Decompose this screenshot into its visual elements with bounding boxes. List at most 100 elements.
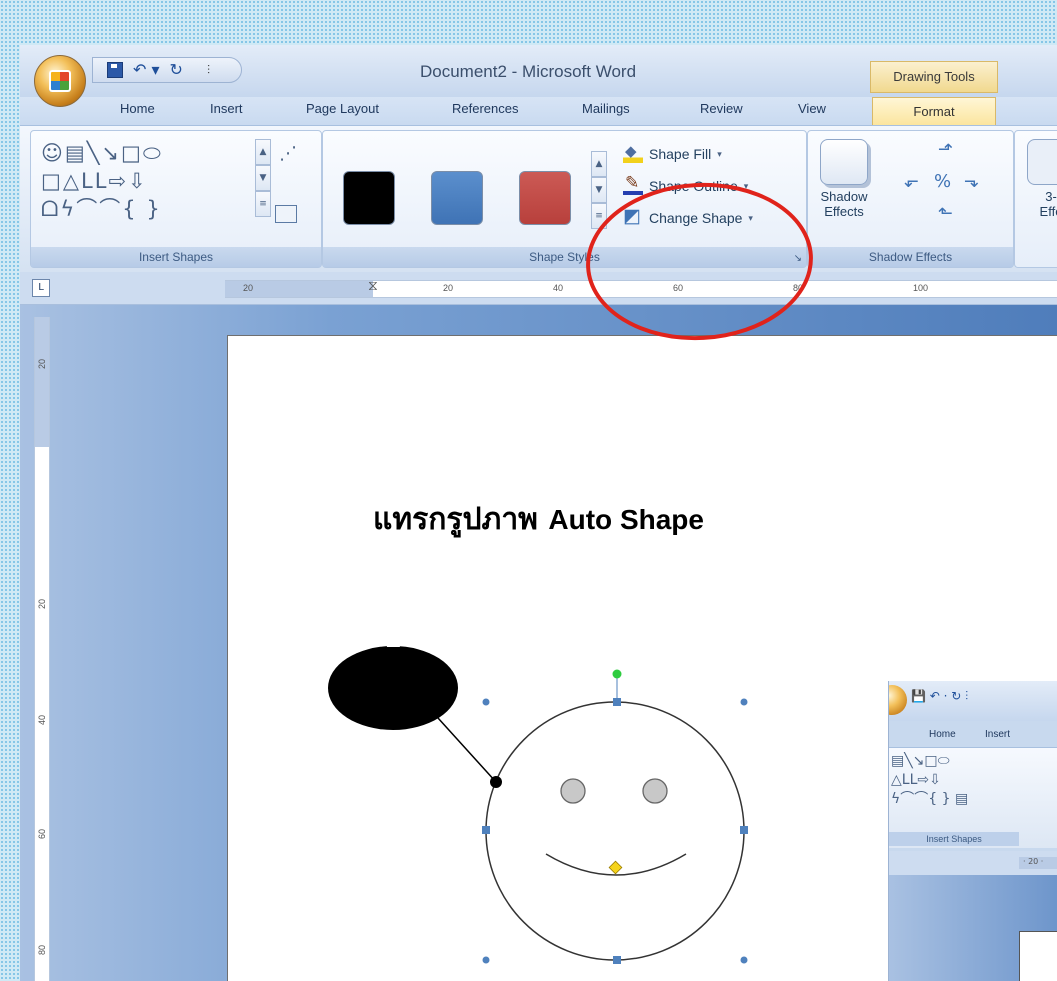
- thumb-ribbon: ▤╲↘□⬭ △ᒪᒪ⇨⇩ ϟ⌒⌒{ } ▤ Insert Shapes: [889, 747, 1057, 848]
- tab-page-layout[interactable]: Page Layout: [306, 101, 379, 116]
- shapes-gallery[interactable]: ☺▤╲↘□⬭ □△ᒪᒪ⇨⇩ ᗝϟ⌒⌒{ }: [41, 139, 251, 229]
- selection-handle[interactable]: [613, 956, 621, 964]
- ruler-margin: [35, 317, 49, 447]
- smiley-left-eye: [560, 778, 586, 804]
- ruler-tick: 80: [37, 945, 47, 956]
- thumb-office-button: [889, 685, 907, 715]
- ruler-tick: 20: [243, 283, 254, 293]
- thumb-shapes-gallery: ▤╲↘□⬭ △ᒪᒪ⇨⇩ ϟ⌒⌒{ } ▤: [891, 753, 969, 807]
- office-logo-icon: [49, 70, 71, 92]
- selection-handle[interactable]: [740, 826, 748, 834]
- smiley-face-shape[interactable]: [485, 701, 745, 961]
- chevron-down-icon: ▾: [743, 180, 749, 191]
- ruler-tick: 40: [553, 283, 564, 293]
- style-swatch-blue[interactable]: [431, 171, 483, 225]
- selection-handle[interactable]: [740, 698, 748, 706]
- tab-insert[interactable]: Insert: [210, 101, 243, 116]
- shape-styles-label: Shape Styles: [323, 247, 806, 267]
- tab-mailings[interactable]: Mailings: [582, 101, 630, 116]
- vertical-ruler[interactable]: 20 20 40 60 80: [34, 317, 50, 981]
- dialog-launcher-icon[interactable]: ↘: [794, 253, 802, 264]
- styles-scroll-up-icon[interactable]: ▲: [591, 151, 607, 177]
- nudge-right-icon[interactable]: ⬎: [964, 171, 979, 192]
- styles-more-icon[interactable]: ≡: [591, 203, 607, 229]
- ruler-tick: 20: [37, 599, 47, 610]
- shadow-effects-line1: Shadow: [820, 189, 868, 204]
- nudge-left-icon[interactable]: ⬐: [904, 171, 919, 192]
- ruler-tick: 20: [443, 283, 454, 293]
- shape-outline-button[interactable]: Shape Outline ▾: [623, 173, 748, 199]
- undo-icon[interactable]: ↶ ▾: [133, 62, 160, 78]
- smiley-right-eye: [642, 778, 668, 804]
- shadow-effects-line2: Effects: [824, 204, 864, 219]
- insert-shapes-group: ☺▤╲↘□⬭ □△ᒪᒪ⇨⇩ ᗝϟ⌒⌒{ } ▲ ▼ ≡ ⋰ Insert Sha…: [30, 130, 322, 268]
- shadow-icon: [820, 139, 868, 185]
- horizontal-ruler-row: L 20 20 40 60 80 100 ⧖: [20, 272, 1057, 305]
- 3d-effects-line1: 3-: [1045, 189, 1057, 204]
- shape-fill-button[interactable]: Shape Fill ▾: [623, 141, 722, 167]
- horizontal-ruler[interactable]: 20 20 40 60 80 100 ⧖: [225, 277, 1057, 298]
- pencil-icon: [623, 173, 643, 195]
- styles-scroll-down-icon[interactable]: ▼: [591, 177, 607, 203]
- nested-screenshot: 💾 ↶ · ↻ ⫶ Home Insert ▤╲↘□⬭ △ᒪᒪ⇨⇩ ϟ⌒⌒{ }…: [888, 681, 1057, 981]
- thumb-title-bar: 💾 ↶ · ↻ ⫶: [889, 681, 1057, 721]
- save-icon[interactable]: [107, 62, 123, 78]
- ruler-tick: 80: [793, 283, 804, 293]
- ruler-tick: 20: [37, 359, 47, 370]
- gallery-more-icon[interactable]: ≡: [255, 191, 271, 217]
- customize-qat-icon[interactable]: ⫶: [207, 63, 210, 78]
- change-shape-button[interactable]: Change Shape ▾: [623, 205, 753, 231]
- thumb-ruler-text: · 20 ·: [1019, 857, 1057, 869]
- edit-shape-icon[interactable]: ⋰: [279, 143, 297, 164]
- rotation-handle[interactable]: [612, 669, 622, 679]
- redo-icon[interactable]: ↻: [170, 62, 183, 78]
- indent-marker-icon[interactable]: ⧖: [368, 277, 378, 294]
- ruler-tick: 60: [37, 829, 47, 840]
- shape-styles-group: ▲ ▼ ≡ Shape Fill ▾ Shape Outline ▾ Chang…: [322, 130, 807, 268]
- callout-leader-line: [437, 717, 497, 783]
- selection-handle[interactable]: [740, 956, 748, 964]
- ruler-tick: 40: [37, 715, 47, 726]
- quick-access-toolbar: ↶ ▾ ↻ ⫶: [92, 57, 242, 83]
- tab-review[interactable]: Review: [700, 101, 743, 116]
- thumb-tab-home: Home: [929, 729, 956, 740]
- thumb-quick-access: 💾 ↶ · ↻ ⫶: [911, 689, 969, 703]
- tab-references[interactable]: References: [452, 101, 518, 116]
- thumb-tab-insert: Insert: [985, 729, 1011, 740]
- ruler-tick: 100: [913, 283, 929, 293]
- 3d-effects-button[interactable]: 3- Effe: [1021, 137, 1057, 219]
- shadow-effects-label: Shadow Effects: [808, 247, 1013, 267]
- style-swatch-black[interactable]: [343, 171, 395, 225]
- style-swatch-red[interactable]: [519, 171, 571, 225]
- tab-home[interactable]: Home: [120, 101, 155, 116]
- thumb-tabs: Home Insert: [889, 721, 1057, 747]
- selection-handle[interactable]: [482, 826, 490, 834]
- selection-handle[interactable]: [613, 698, 621, 706]
- shadow-effects-button[interactable]: Shadow Effects: [814, 137, 874, 237]
- shape-fill-label: Shape Fill: [649, 146, 712, 162]
- 3d-effects-group: 3- Effe: [1014, 130, 1057, 268]
- document-page[interactable]: แทรกรูปภาพ Auto Shape 1 💾 ↶ · ↻ ⫶ Home I…: [227, 335, 1057, 981]
- ribbon-tabs: Home Insert Page Layout References Maili…: [20, 97, 1057, 127]
- tab-format[interactable]: Format: [872, 97, 996, 127]
- chevron-down-icon: ▾: [717, 148, 722, 159]
- thumb-page: [1019, 931, 1057, 981]
- ruler-tick: 60: [673, 283, 684, 293]
- gallery-scroll-down-icon[interactable]: ▼: [255, 165, 271, 191]
- gallery-scroll-up-icon[interactable]: ▲: [255, 139, 271, 165]
- shadow-effects-group: Shadow Effects ⬏ ⬐ % ⬎ ⬑ Shadow Effects: [807, 130, 1014, 268]
- selection-handle[interactable]: [482, 956, 490, 964]
- toggle-shadow-icon[interactable]: %: [934, 171, 951, 192]
- nudge-up-icon[interactable]: ⬏: [938, 139, 953, 160]
- tab-selector[interactable]: L: [32, 279, 50, 297]
- thumb-ruler: · 20 ·: [889, 851, 1057, 875]
- text-box-icon[interactable]: [275, 205, 297, 223]
- selection-handle[interactable]: [482, 698, 490, 706]
- insert-shapes-label: Insert Shapes: [31, 247, 321, 267]
- document-workarea: 20 20 40 60 80 แทรกรูปภาพ Auto Shape 1 💾…: [20, 305, 1057, 981]
- office-button[interactable]: [34, 55, 86, 107]
- paint-bucket-icon: [623, 142, 643, 163]
- nudge-down-icon[interactable]: ⬑: [938, 203, 953, 224]
- 3d-effects-icon: [1027, 139, 1057, 185]
- tab-view[interactable]: View: [798, 101, 826, 116]
